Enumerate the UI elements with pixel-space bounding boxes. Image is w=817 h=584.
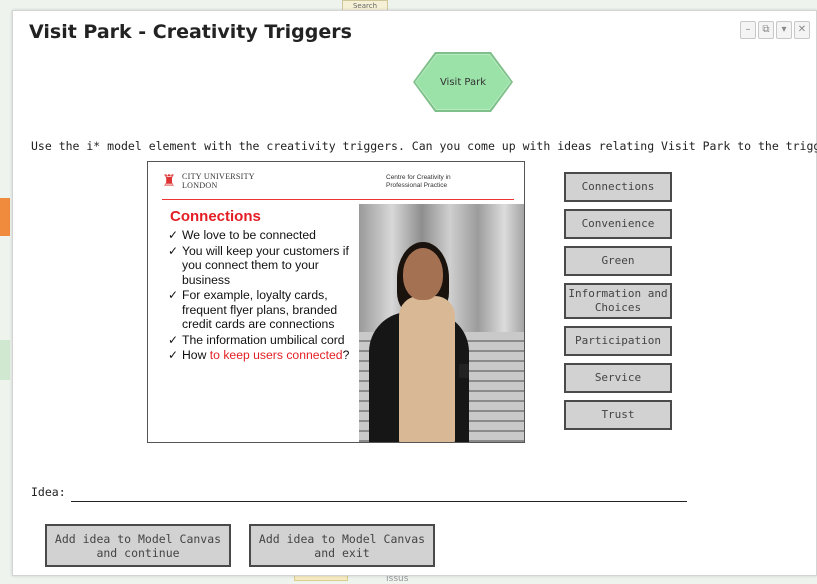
slide-bullets: ✓ We love to be connected ✓ You will keep … — [168, 228, 358, 364]
slide-bullet: ✓ The information umbilical cord — [168, 333, 358, 348]
slide-photo — [359, 204, 524, 442]
popout-icon[interactable]: ⧉ — [758, 21, 774, 39]
minimize-icon[interactable]: – — [740, 21, 756, 39]
idea-input[interactable] — [71, 481, 687, 502]
slide-bullet-text: You will keep your customers if you conn… — [182, 243, 349, 287]
trigger-button-information-and-choices[interactable]: Information and Choices — [564, 283, 672, 319]
trigger-button-connections[interactable]: Connections — [564, 172, 672, 202]
trigger-list: Connections Convenience Green Informatio… — [564, 172, 672, 437]
university-name: CITY UNIVERSITY LONDON — [182, 172, 255, 190]
window-controls: – ⧉ ▾ ✕ — [740, 21, 810, 39]
trigger-button-participation[interactable]: Participation — [564, 326, 672, 356]
slide-bullet: ✓ For example, loyalty cards, frequent fl… — [168, 288, 358, 332]
photo-phone — [459, 364, 469, 378]
crest-icon: ♜ — [162, 171, 177, 190]
close-icon[interactable]: ✕ — [794, 21, 810, 39]
creativity-triggers-dialog: Visit Park - Creativity Triggers – ⧉ ▾ ✕… — [12, 10, 817, 576]
slide-divider — [162, 199, 514, 200]
slide-bullet-text: We love to be connected — [182, 228, 316, 242]
slide-bullet-text: For example, loyalty cards, frequent fly… — [182, 288, 338, 331]
slide-bullet: ✓ We love to be connected — [168, 228, 358, 243]
trigger-button-service[interactable]: Service — [564, 363, 672, 393]
slide-bullet-highlight: to keep users connected — [209, 348, 343, 362]
slide-bullet-suffix: ? — [342, 348, 350, 362]
idea-label: Idea: — [31, 485, 66, 499]
check-icon: ✓ — [168, 243, 179, 258]
add-and-exit-button[interactable]: Add idea to Model Canvas and exit — [249, 524, 435, 567]
check-icon: ✓ — [168, 288, 179, 302]
chevron-down-icon[interactable]: ▾ — [776, 21, 792, 39]
slide-bullet: ✓ How to keep users connected? — [168, 348, 358, 363]
slide-bullet-prefix: How — [182, 348, 210, 362]
photo-scarf — [399, 296, 455, 442]
add-and-continue-button[interactable]: Add idea to Model Canvas and continue — [45, 524, 231, 567]
slide-bullet-text: The information umbilical cord — [182, 332, 345, 347]
background-green-shape — [0, 340, 10, 380]
trigger-slide: ♜ CITY UNIVERSITY LONDON Centre for Crea… — [147, 161, 525, 443]
centre-name: Centre for Creativity in Professional Pr… — [386, 174, 451, 189]
check-icon: ✓ — [168, 228, 179, 242]
dialog-title: Visit Park - Creativity Triggers — [29, 21, 352, 43]
trigger-button-green[interactable]: Green — [564, 246, 672, 276]
photo-head — [403, 248, 443, 300]
instruction-text: Use the i* model element with the creati… — [31, 139, 817, 153]
check-icon: ✓ — [168, 332, 179, 347]
slide-heading: Connections — [170, 208, 261, 225]
element-label: Visit Park — [416, 55, 510, 109]
university-logo: ♜ CITY UNIVERSITY LONDON — [162, 171, 255, 191]
background-orange-shape — [0, 198, 10, 236]
trigger-button-convenience[interactable]: Convenience — [564, 209, 672, 239]
trigger-button-trust[interactable]: Trust — [564, 400, 672, 430]
slide-bullet: ✓ You will keep your customers if you con… — [168, 244, 358, 288]
check-icon: ✓ — [168, 348, 179, 362]
